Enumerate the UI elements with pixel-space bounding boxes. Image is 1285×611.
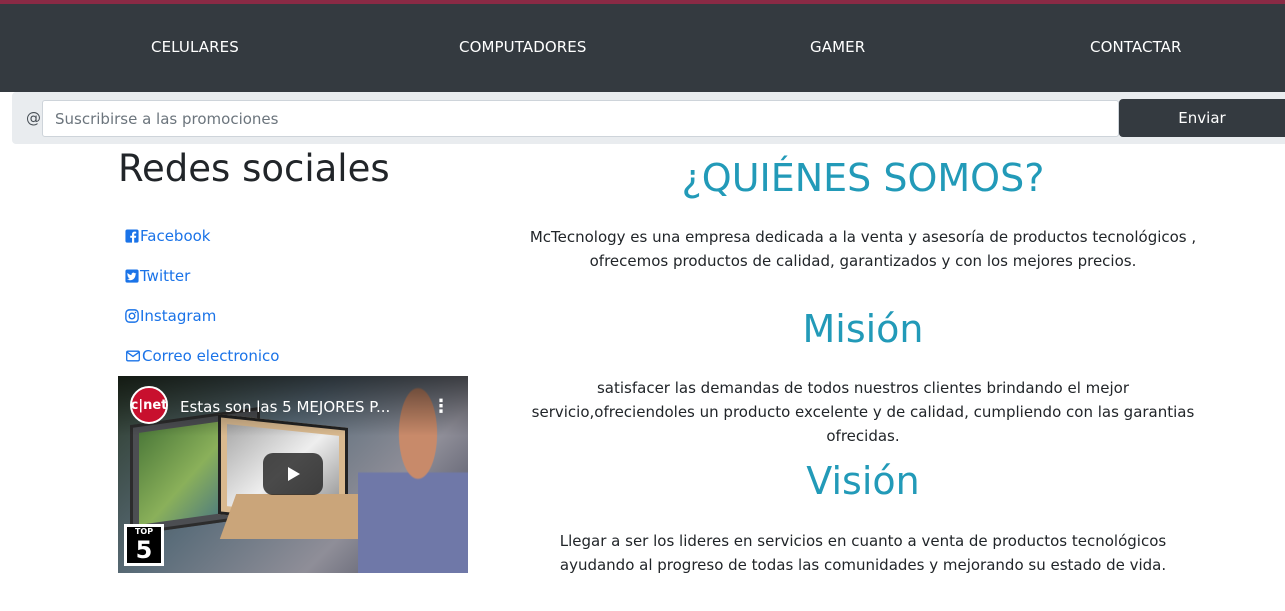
subscribe-email-input[interactable]	[42, 100, 1119, 137]
social-link-instagram[interactable]: Instagram	[125, 305, 216, 327]
about-text: McTecnology es una empresa dedicada a la…	[529, 228, 1197, 270]
vision-title: Visión	[806, 459, 920, 503]
top5-badge-number: 5	[135, 536, 153, 564]
social-link-label: Facebook	[140, 227, 211, 245]
more-options-icon[interactable]: ⋮	[432, 398, 450, 416]
nav-link-computadores[interactable]: COMPUTADORES	[459, 38, 586, 56]
play-button[interactable]	[263, 453, 323, 495]
social-link-label: Twitter	[140, 267, 191, 285]
nav-link-gamer[interactable]: GAMER	[810, 38, 865, 56]
instagram-icon	[125, 309, 139, 323]
mission-text: satisfacer las demandas de todos nuestro…	[531, 379, 1195, 445]
at-prefix: @	[26, 109, 41, 127]
social-section-title: Redes sociales	[118, 147, 390, 190]
send-button[interactable]: Enviar	[1119, 99, 1285, 137]
about-title: ¿QUIÉNES SOMOS?	[681, 156, 1045, 200]
mission-title: Misión	[802, 307, 924, 351]
envelope-icon	[126, 350, 140, 362]
facebook-icon	[125, 229, 139, 243]
twitter-icon	[125, 269, 139, 283]
play-icon	[288, 467, 300, 481]
subscribe-bar: @ Enviar	[12, 92, 1285, 144]
social-link-email[interactable]: Correo electronico	[125, 345, 279, 367]
nav-link-celulares[interactable]: CELULARES	[151, 38, 239, 56]
video-title[interactable]: Estas son las 5 MEJORES P...	[180, 398, 390, 416]
top5-badge: TOP 5	[124, 524, 164, 566]
navbar: CELULARES COMPUTADORES GAMER CONTACTAR	[0, 4, 1285, 92]
embedded-video[interactable]: c|net Estas son las 5 MEJORES P... ⋮ TOP…	[118, 376, 468, 573]
nav-link-contactar[interactable]: CONTACTAR	[1090, 38, 1182, 56]
social-link-facebook[interactable]: Facebook	[125, 225, 210, 247]
channel-logo[interactable]: c|net	[130, 386, 168, 424]
social-link-label: Instagram	[140, 307, 217, 325]
social-link-label: Correo electronico	[142, 347, 280, 365]
vision-text: Llegar a ser los lideres en servicios en…	[559, 532, 1167, 574]
social-link-twitter[interactable]: Twitter	[125, 265, 190, 287]
